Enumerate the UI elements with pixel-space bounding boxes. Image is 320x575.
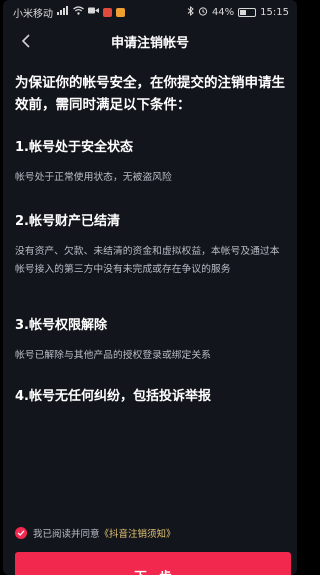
signal-icon xyxy=(57,6,69,18)
wifi-icon xyxy=(73,6,84,18)
battery-icon xyxy=(238,7,257,17)
condition-description: 帐号处于正常使用状态，无被盗风险 xyxy=(15,172,172,183)
intro-text: 为保证你的帐号安全，在你提交的注销申请生效前，需同时满足以下条件： xyxy=(15,75,285,113)
condition-title: 2.帐号财产已结清 xyxy=(15,214,120,229)
battery-percent: 44% xyxy=(211,6,235,18)
status-bar-right: 44% 15:15 xyxy=(187,5,289,19)
chevron-left-icon[interactable] xyxy=(17,31,37,51)
video-icon xyxy=(88,6,99,18)
content: 为保证你的帐号安全，在你提交的注销申请生效前，需同时满足以下条件： xyxy=(3,58,297,116)
app-notification-icon xyxy=(103,7,112,17)
condition-item: 2.帐号财产已结清 没有资产、欠款、未结清的资金和虚拟权益，本帐号及通过本帐号接… xyxy=(15,210,287,279)
condition-item: 4.帐号无任何纠纷，包括投诉举报 xyxy=(15,385,287,418)
status-bar: 小米移动 44% 15:15 xyxy=(3,0,297,24)
condition-description: 没有资产、欠款、未结清的资金和虚拟权益，本帐号及通过本帐号接入的第三方中没有未完… xyxy=(15,246,280,275)
next-button[interactable]: 下一步 xyxy=(15,552,291,575)
page-title: 申请注销帐号 xyxy=(110,35,189,51)
nav-bar: 申请注销帐号 xyxy=(3,24,297,58)
agreement-row[interactable]: 我已阅读并同意 《抖音注销须知》 xyxy=(15,526,176,540)
condition-item: 1.帐号处于安全状态 帐号处于正常使用状态，无被盗风险 xyxy=(15,136,287,187)
app-notification-icon xyxy=(116,7,125,17)
alarm-icon xyxy=(198,6,208,19)
agreement-link[interactable]: 《抖音注销须知》 xyxy=(100,526,176,540)
condition-description: 帐号已解除与其他产品的授权登录或绑定关系 xyxy=(15,350,211,361)
screen: 小米移动 44% 15:15 申请注销帐号 为保证你的帐号安全，在你提交的注销申… xyxy=(3,0,297,575)
status-bar-left: 小米移动 xyxy=(13,5,125,20)
clock: 15:15 xyxy=(260,6,289,18)
check-icon[interactable] xyxy=(15,527,27,539)
condition-title: 3.帐号权限解除 xyxy=(15,318,107,333)
bluetooth-icon xyxy=(187,5,194,19)
condition-title: 1.帐号处于安全状态 xyxy=(15,140,133,155)
condition-title: 4.帐号无任何纠纷，包括投诉举报 xyxy=(15,389,211,404)
condition-item: 3.帐号权限解除 帐号已解除与其他产品的授权登录或绑定关系 xyxy=(15,314,287,365)
carrier-label: 小米移动 xyxy=(13,8,53,20)
agreement-text: 我已阅读并同意 xyxy=(33,529,100,540)
